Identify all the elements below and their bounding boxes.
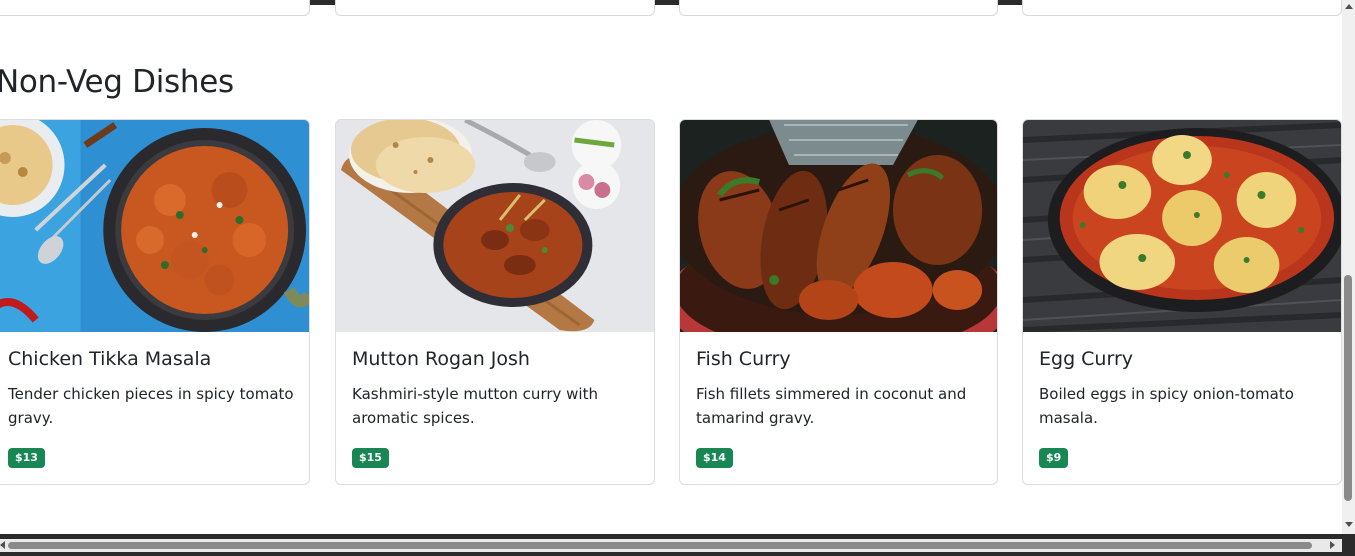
- dish-description: Tender chicken pieces in spicy tomato gr…: [8, 385, 294, 427]
- scroll-up-arrow-icon[interactable]: [1345, 4, 1353, 9]
- section-title: Non-Veg Dishes: [0, 64, 234, 100]
- dish-description: Kashmiri-style mutton curry with aromati…: [352, 385, 598, 427]
- dish-title: Fish Curry: [696, 348, 791, 370]
- horizontal-scrollbar[interactable]: [0, 539, 1342, 552]
- fish-curry-photo: [680, 120, 997, 332]
- previous-card-bottom: [0, 0, 310, 16]
- scroll-down-arrow-icon[interactable]: [1345, 522, 1353, 527]
- mutton-rogan-josh-photo: [336, 120, 654, 332]
- dish-title: Chicken Tikka Masala: [8, 348, 212, 370]
- horizontal-scroll-thumb[interactable]: [8, 542, 1312, 549]
- previous-card-bottom: [1022, 0, 1342, 16]
- price-badge: $15: [352, 448, 389, 468]
- chicken-tikka-masala-photo: [0, 120, 309, 332]
- scroll-right-arrow-icon[interactable]: [1330, 541, 1335, 549]
- dish-description: Boiled eggs in spicy onion-tomato masala…: [1039, 385, 1294, 427]
- dish-title: Mutton Rogan Josh: [352, 348, 530, 370]
- price-badge: $13: [8, 448, 45, 468]
- dish-card-fish-curry[interactable]: Fish Curry Fish fillets simmered in coco…: [679, 119, 998, 485]
- scroll-left-arrow-icon[interactable]: [0, 541, 5, 549]
- egg-curry-photo: [1023, 120, 1341, 332]
- price-badge: $14: [696, 448, 733, 468]
- vertical-scroll-thumb[interactable]: [1344, 275, 1352, 501]
- dish-card-chicken-tikka-masala[interactable]: Chicken Tikka Masala Tender chicken piec…: [0, 119, 310, 485]
- dish-card-egg-curry[interactable]: Egg Curry Boiled eggs in spicy onion-tom…: [1022, 119, 1342, 485]
- vertical-scrollbar[interactable]: [1342, 0, 1355, 534]
- price-badge: $9: [1039, 448, 1069, 468]
- dish-description: Fish fillets simmered in coconut and tam…: [696, 385, 967, 427]
- dish-title: Egg Curry: [1039, 348, 1134, 370]
- previous-card-bottom: [679, 0, 998, 16]
- previous-card-bottom: [335, 0, 655, 16]
- horizontal-scrollbar-area: [0, 534, 1355, 556]
- dish-card-mutton-rogan-josh[interactable]: Mutton Rogan Josh Kashmiri-style mutton …: [335, 119, 655, 485]
